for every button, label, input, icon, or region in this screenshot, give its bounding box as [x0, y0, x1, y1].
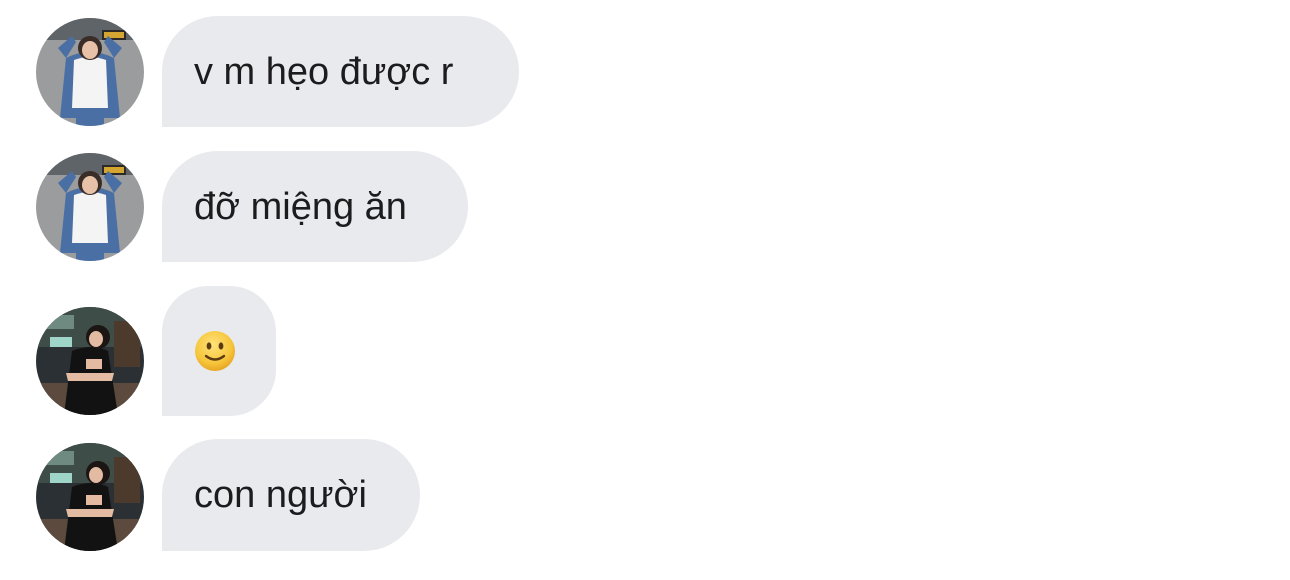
avatar-denim-jacket-photo: [36, 153, 144, 261]
slightly-smiling-face-icon: [195, 331, 235, 371]
message-bubble[interactable]: v m hẹo được r: [162, 16, 519, 127]
avatar-black-dress-photo: [36, 443, 144, 551]
avatar-black-dress-photo: [36, 307, 144, 415]
message-bubble[interactable]: đỡ miệng ăn: [162, 151, 468, 262]
message-text: con người: [194, 474, 367, 516]
avatar[interactable]: [36, 153, 144, 261]
avatar[interactable]: [36, 307, 144, 415]
avatar-denim-jacket-photo: [36, 18, 144, 126]
message-text: v m hẹo được r: [194, 50, 454, 93]
message-bubble[interactable]: con người: [162, 439, 420, 551]
message-text: đỡ miệng ăn: [194, 185, 407, 228]
avatar[interactable]: [36, 18, 144, 126]
message-bubble[interactable]: [162, 286, 276, 416]
avatar[interactable]: [36, 443, 144, 551]
